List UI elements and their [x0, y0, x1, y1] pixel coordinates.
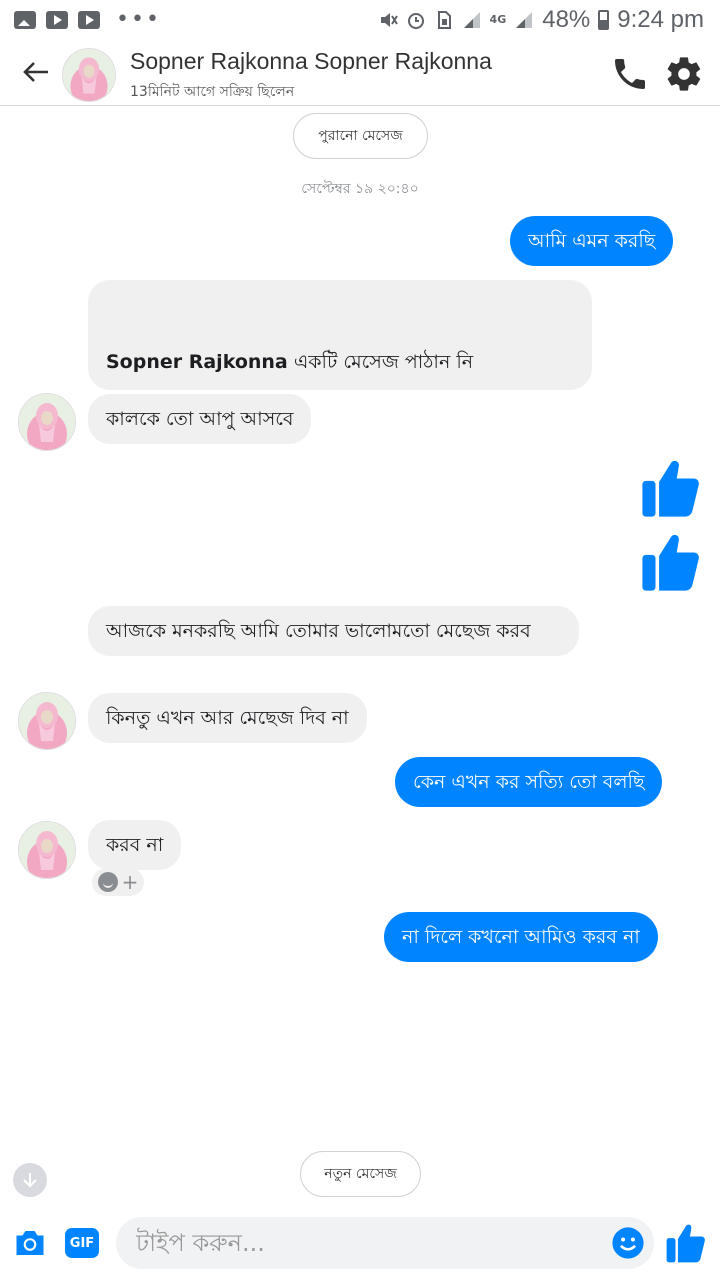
sender-name: Sopner Rajkonna [106, 351, 288, 373]
avatar-image [19, 693, 75, 749]
avatar-image [19, 822, 75, 878]
new-messages-button[interactable]: নতুন মেসেজ [300, 1151, 421, 1197]
contact-name[interactable]: Sopner Rajkonna Sopner Rajkonna [130, 48, 492, 75]
message-input[interactable] [136, 1217, 606, 1269]
sender-avatar[interactable] [18, 393, 76, 451]
clock: 9:24 pm [617, 6, 704, 33]
avatar-image [63, 49, 115, 101]
message-bubble-outgoing[interactable]: না দিলে কখনো আমিও করব না [384, 912, 658, 962]
message-text: একটি মেসেজ পাঠান নি [293, 351, 474, 373]
youtube-notification-icon-2 [78, 11, 100, 29]
emoji-icon [612, 1227, 644, 1259]
battery-percent: 48% [542, 6, 591, 33]
avatar-image [19, 394, 75, 450]
add-reaction-plus: + [121, 870, 139, 894]
message-bubble-incoming[interactable]: আজকে মনকরছি আমি তোমার ভালোমতো মেছেজ করব [88, 606, 579, 656]
status-bar: ••• 4G 48% 9:24 pm [0, 0, 720, 40]
phone-icon [615, 59, 645, 89]
gallery-notification-icon [14, 11, 36, 29]
thumbs-up-icon[interactable] [642, 531, 700, 593]
message-input-container[interactable] [116, 1217, 654, 1269]
message-bubble-incoming[interactable]: করব না [88, 820, 182, 870]
more-notifications-icon: ••• [116, 7, 161, 32]
gif-button[interactable]: GIF [65, 1228, 99, 1258]
signal-icon-2 [516, 12, 533, 28]
message-bubble-incoming[interactable]: কালকে তো আপু আসবে [88, 394, 312, 444]
message-bubble-outgoing[interactable]: কেন এখন কর সত্যি তো বলছি [395, 757, 663, 807]
signal-icon [463, 12, 480, 28]
camera-button[interactable] [12, 1225, 48, 1261]
older-messages-button[interactable]: পুরানো মেসেজ [293, 113, 428, 159]
send-like-button[interactable] [666, 1222, 706, 1264]
arrow-down-icon [23, 1173, 37, 1188]
back-button[interactable] [18, 54, 54, 90]
sender-avatar[interactable] [18, 821, 76, 879]
network-type: 4G [489, 13, 507, 26]
thumbs-up-icon [666, 1224, 705, 1263]
battery-icon [598, 10, 610, 30]
contact-avatar[interactable] [62, 48, 116, 102]
thumbs-up-icon[interactable] [642, 457, 700, 519]
settings-button[interactable] [664, 54, 704, 94]
mute-icon [380, 13, 398, 27]
scroll-to-bottom-button[interactable] [13, 1163, 47, 1197]
conversation-timestamp: সেপ্টেম্বর ১৯ ২০:৪০ [301, 181, 419, 197]
sim-icon [437, 11, 451, 29]
chat-header: Sopner Rajkonna Sopner Rajkonna 13মিনিট … [0, 40, 720, 106]
message-bubble-outgoing[interactable]: আমি এমন করছি [510, 216, 674, 266]
gear-icon [667, 57, 701, 91]
sender-avatar[interactable] [18, 692, 76, 750]
message-composer: GIF [0, 1206, 720, 1280]
smiley-icon [97, 872, 118, 892]
message-bubble-incoming[interactable]: কিনতু এখন আর মেছেজ দিব না [88, 693, 367, 743]
emoji-button[interactable] [611, 1226, 645, 1260]
back-arrow-icon [23, 62, 48, 82]
add-reaction-button[interactable]: + [92, 868, 144, 896]
camera-icon [16, 1231, 44, 1255]
youtube-notification-icon [46, 11, 68, 29]
call-button[interactable] [610, 54, 650, 94]
active-status: 13মিনিট আগে সক্রিয় ছিলেন [130, 84, 295, 100]
message-bubble-incoming[interactable]: Sopner Rajkonna একটি মেসেজ পাঠান নি [88, 280, 592, 390]
alarm-icon [407, 13, 424, 29]
